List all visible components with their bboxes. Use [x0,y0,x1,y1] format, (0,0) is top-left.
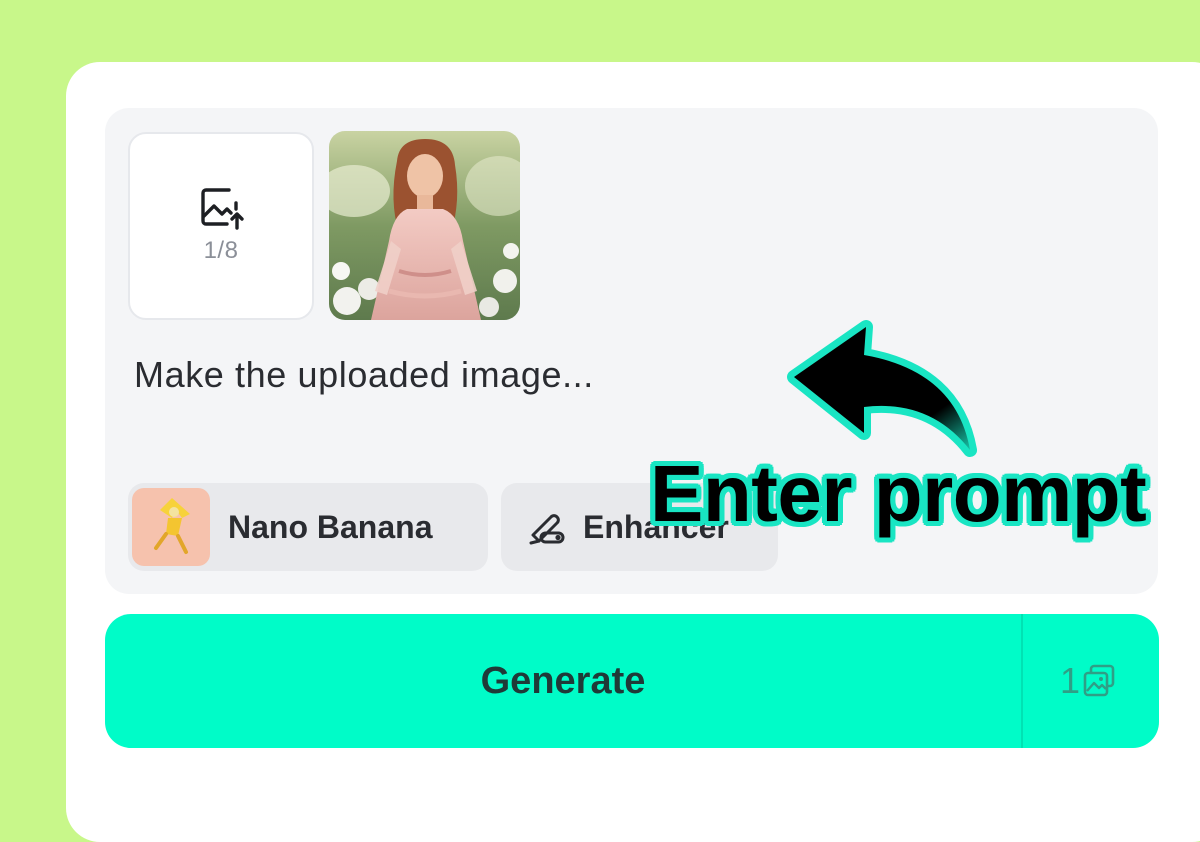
generate-count-value: 1 [1060,660,1081,701]
enter-prompt-callout: Enter prompt [650,449,1147,538]
upload-image-button[interactable]: 1/8 [128,132,314,320]
uploaded-image-thumbnail[interactable] [329,131,520,320]
magic-wand-icon [529,514,565,545]
image-upload-icon [201,188,244,230]
upload-count: 1/8 [203,237,239,264]
curved-arrow-icon [787,320,977,457]
generate-button[interactable]: Generate 1 [105,614,1159,748]
generate-count: 1 [1060,614,1116,748]
images-icon [1083,664,1115,697]
generate-label: Generate [480,659,646,702]
model-selector-button[interactable]: Nano Banana [128,483,488,571]
model-label: Nano Banana [228,508,433,545]
model-avatar [132,488,210,566]
prompt-input[interactable]: Make the uploaded image... [134,354,594,396]
generate-divider [1021,614,1023,748]
